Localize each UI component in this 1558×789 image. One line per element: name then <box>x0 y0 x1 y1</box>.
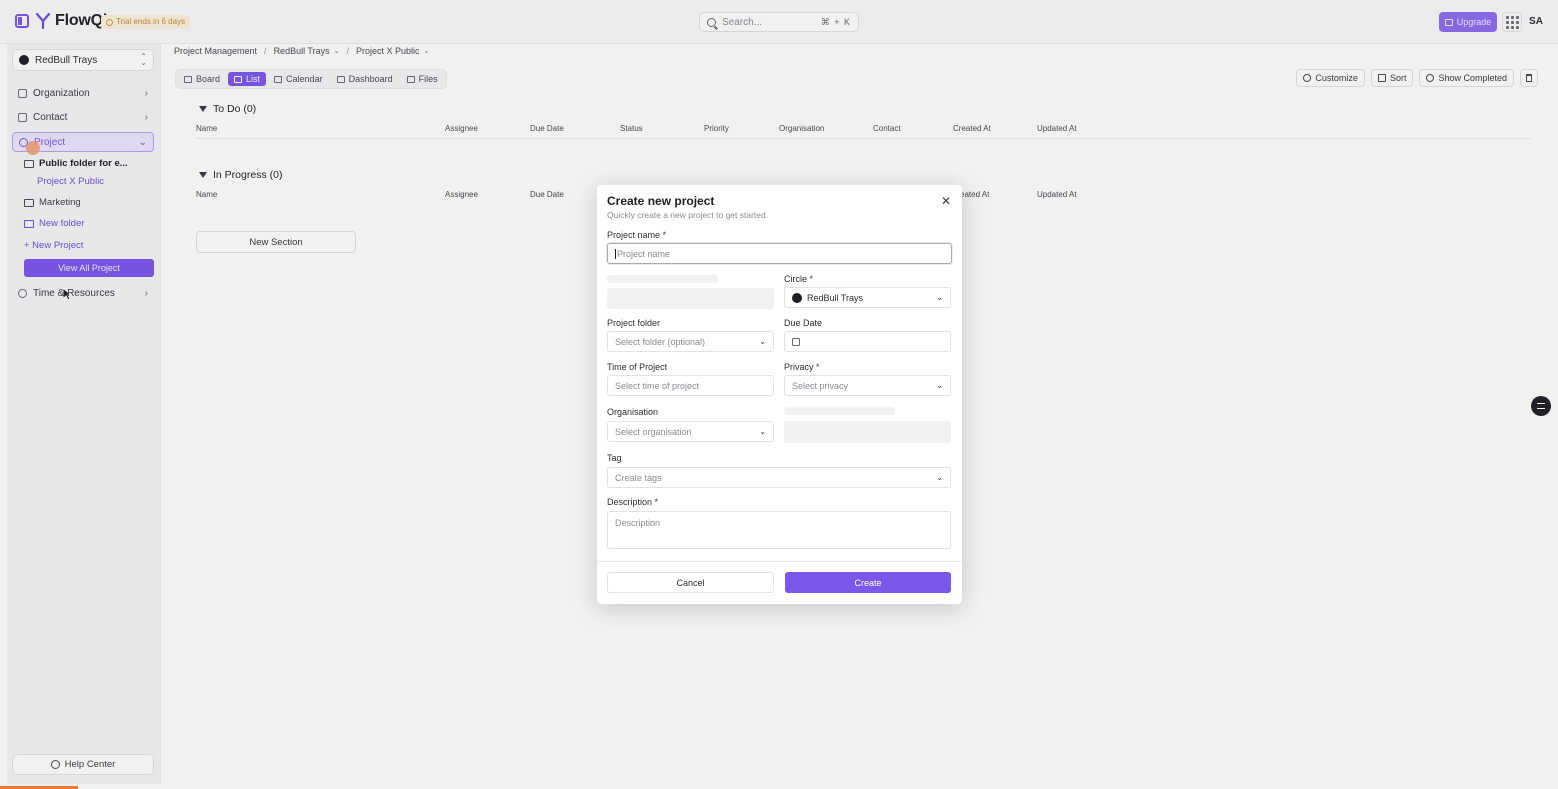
chevron-down-icon: ⌄ <box>936 473 943 482</box>
loading-skeleton-label <box>607 275 718 283</box>
circle-select[interactable]: RedBull Trays ⌄ <box>784 287 951 308</box>
input-placeholder: Select time of project <box>615 380 700 391</box>
select-placeholder: Create tags <box>615 472 662 483</box>
privacy-label: Privacy * <box>784 362 820 372</box>
dialog-title: Create new project <box>607 194 715 208</box>
project-name-label: Project name * <box>607 230 666 240</box>
select-placeholder: Select privacy <box>792 380 849 391</box>
tag-select[interactable]: Create tags ⌄ <box>607 467 951 488</box>
loading-skeleton-field <box>607 288 774 309</box>
required-mark: * <box>809 274 814 284</box>
required-mark: * <box>816 362 820 372</box>
time-of-project-input[interactable]: Select time of project <box>607 375 774 396</box>
tag-label: Tag <box>607 453 622 463</box>
create-project-dialog: Create new project Quickly create a new … <box>597 185 962 604</box>
input-placeholder: Project name <box>617 248 671 259</box>
description-textarea[interactable]: Description <box>607 511 951 549</box>
project-folder-label: Project folder <box>607 318 661 328</box>
time-of-project-label: Time of Project <box>607 362 668 372</box>
due-date-picker[interactable] <box>784 331 951 352</box>
dialog-divider <box>597 561 962 562</box>
cancel-button[interactable]: Cancel <box>607 572 774 593</box>
chevron-down-icon: ⌄ <box>936 381 943 390</box>
project-folder-select[interactable]: Select folder (optional) ⌄ <box>607 331 774 352</box>
organisation-select[interactable]: Select organisation ⌄ <box>607 421 774 442</box>
label-text: Project name <box>607 230 661 240</box>
create-button[interactable]: Create <box>785 572 951 593</box>
required-mark: * <box>662 230 667 240</box>
privacy-select[interactable]: Select privacy ⌄ <box>784 375 951 396</box>
calendar-icon <box>792 337 800 346</box>
loading-skeleton-field <box>784 421 951 443</box>
close-icon[interactable]: ✕ <box>941 195 951 207</box>
textarea-placeholder: Description <box>615 518 661 528</box>
label-text: Description <box>607 497 653 507</box>
label-text: Privacy <box>784 362 814 372</box>
required-mark: * <box>654 497 659 507</box>
description-label: Description * <box>607 497 658 507</box>
chevron-down-icon: ⌄ <box>759 337 766 346</box>
due-date-label: Due Date <box>784 318 823 328</box>
chevron-down-icon: ⌄ <box>759 427 766 436</box>
dialog-subtitle: Quickly create a new project to get star… <box>607 210 769 220</box>
select-value: RedBull Trays <box>807 292 864 303</box>
chevron-down-icon: ⌄ <box>936 293 943 302</box>
organisation-label: Organisation <box>607 407 659 417</box>
loading-skeleton-label <box>784 407 895 415</box>
select-placeholder: Select folder (optional) <box>615 336 706 347</box>
select-placeholder: Select organisation <box>615 426 692 437</box>
circle-logo-icon <box>792 292 802 303</box>
label-text: Circle <box>784 274 808 284</box>
project-name-input[interactable]: Project name <box>607 243 952 264</box>
text-caret <box>615 248 616 259</box>
circle-label: Circle * <box>784 274 813 284</box>
